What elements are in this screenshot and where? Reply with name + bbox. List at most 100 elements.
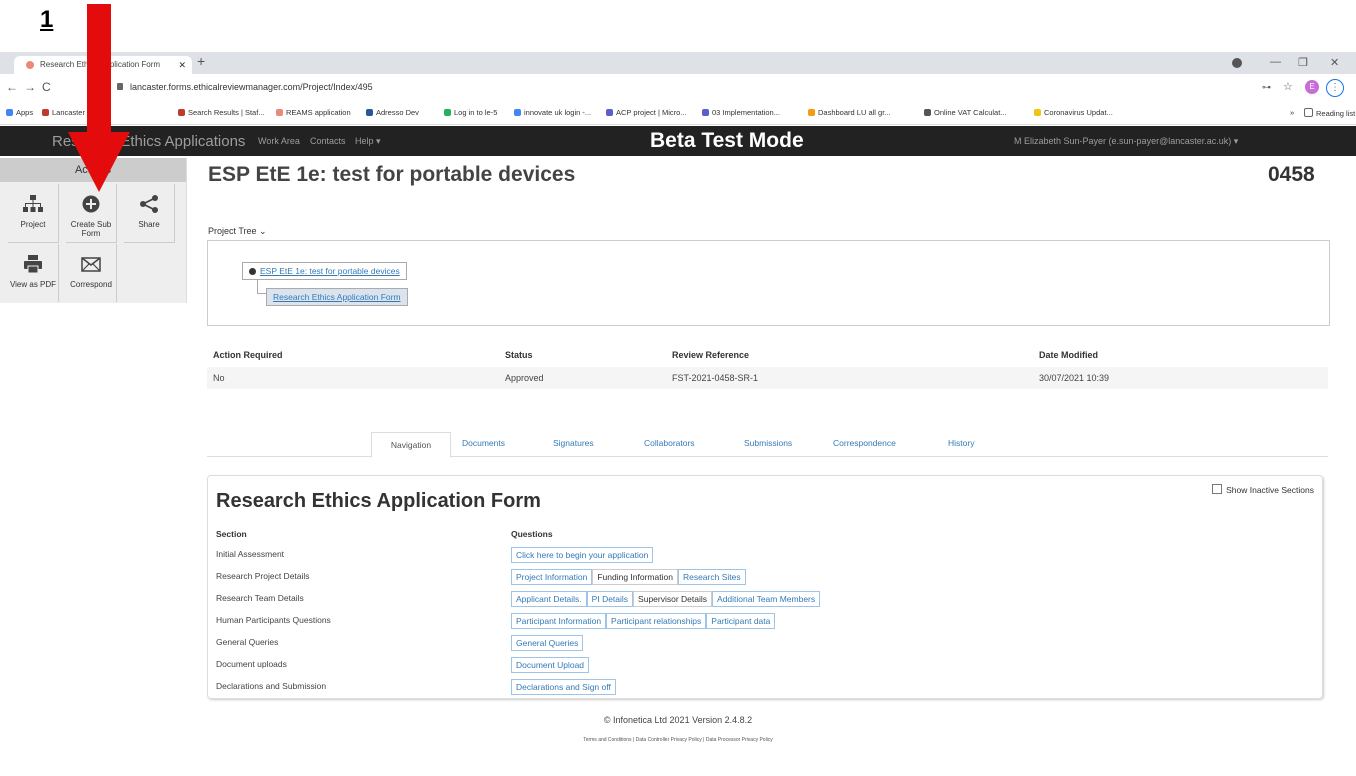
bookmark-item[interactable]: Log in to le-5 (444, 108, 497, 117)
bookmarks-bar: Apps Lancaster U... Search Results | Sta… (0, 102, 1356, 125)
back-icon[interactable]: ← (6, 80, 18, 94)
tab-documents[interactable]: Documents (462, 438, 505, 448)
user-menu[interactable]: M Elizabeth Sun-Payer (e.sun-payer@lanca… (1014, 136, 1238, 147)
tab-correspondence[interactable]: Correspondence (833, 438, 896, 448)
collapse-icon[interactable] (249, 268, 256, 275)
col-date-modified: Date Modified (1039, 350, 1099, 360)
question-button[interactable]: Participant data (706, 613, 776, 629)
section-label: Declarations and Submission (216, 681, 327, 691)
action-required-value: No (213, 373, 225, 383)
minimize-icon[interactable]: — (1270, 56, 1281, 68)
restore-icon[interactable]: ❐ (1298, 56, 1308, 69)
footer-copyright: © Infonetica Ltd 2021 Version 2.4.8.2 (603, 715, 753, 725)
share-label: Share (138, 220, 160, 229)
tree-child-node[interactable]: Research Ethics Application Form (266, 288, 408, 306)
section-column-header: Section (216, 529, 247, 539)
star-icon[interactable]: ☆ (1283, 80, 1293, 93)
question-button[interactable]: Declarations and Sign off (511, 679, 616, 695)
tab-submissions[interactable]: Submissions (744, 438, 792, 448)
tab-history[interactable]: History (948, 438, 974, 448)
bookmark-item[interactable]: innovate uk login -... (514, 108, 591, 117)
tree-root-link[interactable]: ESP EtE 1e: test for portable devices (260, 266, 400, 276)
col-action-required: Action Required (213, 350, 283, 360)
step-number: 1 (40, 6, 54, 33)
bookmark-item[interactable]: 03 Implementation... (702, 108, 780, 117)
list-item: Document Upload (511, 655, 590, 673)
tree-child-link[interactable]: Research Ethics Application Form (273, 292, 401, 302)
sitemap-icon (23, 195, 43, 212)
checkbox-icon[interactable] (1212, 484, 1223, 494)
footer-links[interactable]: Terms and Conditions | Data Controller P… (0, 737, 1356, 743)
close-tab-icon[interactable]: ✕ (178, 56, 186, 74)
bookmark-item[interactable]: REAMS application (276, 108, 351, 117)
table-row: No Approved FST-2021-0458-SR-1 30/07/202… (207, 367, 1328, 389)
envelope-icon (81, 257, 101, 272)
question-button[interactable]: PI Details (586, 591, 634, 607)
close-window-icon[interactable]: ✕ (1330, 56, 1339, 69)
new-tab-button[interactable]: + (197, 53, 205, 69)
tab-collaborators[interactable]: Collaborators (644, 438, 695, 448)
question-button[interactable]: Additional Team Members (712, 591, 821, 607)
annotation-arrow-icon (68, 4, 130, 192)
beta-mode-label: Beta Test Mode (650, 129, 804, 152)
question-button[interactable]: Participant relationships (606, 613, 707, 629)
bookmark-item[interactable]: Online VAT Calculat... (924, 108, 1007, 117)
url-field[interactable]: lancaster.forms.ethicalreviewmanager.com… (130, 82, 373, 92)
form-panel: Research Ethics Application Form Show In… (207, 475, 1323, 699)
create-sub-form-label: Create Sub Form (70, 220, 112, 238)
bookmark-item[interactable]: Dashboard LU all gr... (808, 108, 891, 117)
nav-work-area[interactable]: Work Area (258, 136, 300, 146)
view-as-pdf-button[interactable]: View as PDF (8, 244, 59, 302)
list-item: Click here to begin your application (511, 545, 654, 563)
app-navbar: Research Ethics Applications Work Area C… (0, 126, 1356, 156)
browser-menu-icon[interactable]: ⋮ (1326, 79, 1344, 97)
question-button[interactable]: Research Sites (677, 569, 746, 585)
status-value: Approved (505, 373, 544, 383)
section-label: Human Participants Questions (216, 615, 331, 625)
list-item: Project Information Funding Information Re… (511, 567, 746, 585)
question-button[interactable]: General Queries (511, 635, 584, 651)
tab-navigation[interactable]: Navigation (371, 432, 451, 458)
bookmark-item[interactable]: Coronavirus Updat... (1034, 108, 1113, 117)
bookmark-item[interactable]: Adresso Dev (366, 108, 419, 117)
question-button[interactable]: Document Upload (511, 657, 590, 673)
project-tree-toggle[interactable]: Project Tree ⌄ (208, 226, 267, 237)
address-bar-row: ← → C lancaster.forms.ethicalreviewmanag… (0, 74, 1356, 102)
reading-list-button[interactable]: Reading list (1304, 108, 1355, 118)
tab-signatures[interactable]: Signatures (553, 438, 594, 448)
plus-circle-icon (82, 195, 100, 213)
question-button[interactable]: Applicant Details. (511, 591, 587, 607)
question-button[interactable]: Participant Information (511, 613, 607, 629)
forward-icon[interactable]: → (24, 80, 36, 94)
key-icon[interactable]: ⊶ (1262, 82, 1271, 93)
question-button[interactable]: Supervisor Details (633, 591, 713, 607)
tree-root-node[interactable]: ESP EtE 1e: test for portable devices (242, 262, 407, 280)
bookmark-item[interactable]: Search Results | Staf... (178, 108, 265, 117)
question-button[interactable]: Click here to begin your application (511, 547, 654, 563)
project-button[interactable]: Project (8, 184, 59, 243)
reload-icon[interactable]: C (42, 80, 51, 94)
profile-avatar[interactable]: E (1305, 80, 1319, 94)
bookmark-item[interactable]: ACP project | Micro... (606, 108, 687, 117)
list-item: General Queries (511, 633, 584, 651)
nav-contacts[interactable]: Contacts (310, 136, 346, 146)
project-tree: ESP EtE 1e: test for portable devices Re… (207, 240, 1330, 326)
more-bookmarks-icon[interactable]: » (1290, 108, 1294, 117)
questions-column-header: Questions (511, 529, 553, 539)
list-item: Declarations and Sign off (511, 677, 616, 695)
project-number: 0458 (1268, 163, 1315, 186)
record-indicator-icon (1232, 58, 1242, 68)
section-label: Research Team Details (216, 593, 304, 603)
review-reference-value: FST-2021-0458-SR-1 (672, 373, 759, 383)
col-review-reference: Review Reference (672, 350, 750, 360)
section-label: General Queries (216, 637, 279, 647)
nav-help[interactable]: Help ▾ (355, 136, 381, 147)
project-button-label: Project (20, 220, 46, 229)
question-button[interactable]: Funding Information (592, 569, 678, 585)
question-button[interactable]: Project Information (511, 569, 593, 585)
show-inactive-checkbox[interactable]: Show Inactive Sections (1212, 484, 1314, 495)
correspond-button[interactable]: Correspond (66, 244, 117, 302)
bookmark-item[interactable]: Apps (6, 108, 33, 117)
share-icon (140, 195, 158, 213)
print-icon (24, 255, 42, 274)
